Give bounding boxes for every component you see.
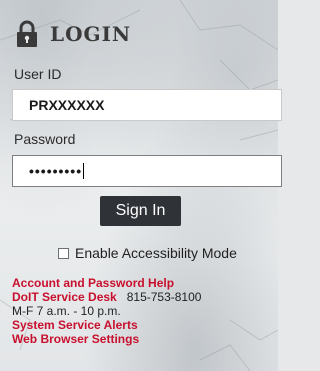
browser-settings-link[interactable]: Web Browser Settings [12, 332, 201, 346]
service-desk-link[interactable]: DoIT Service Desk [12, 290, 117, 304]
account-help-link[interactable]: Account and Password Help [12, 276, 201, 290]
lock-icon [17, 20, 37, 47]
password-field[interactable]: ••••••••• [12, 155, 282, 187]
user-id-value: PRXXXXXX [29, 97, 105, 113]
password-value: ••••••••• [29, 163, 83, 179]
accessibility-toggle[interactable]: Enable Accessibility Mode [58, 245, 237, 261]
text-caret [83, 163, 85, 179]
service-hours: M-F 7 a.m. - 10 p.m. [12, 304, 121, 318]
help-links: Account and Password Help DoIT Service D… [12, 276, 201, 346]
service-desk-row: DoIT Service Desk 815-753-8100 [12, 290, 201, 304]
login-title: LOGIN [50, 22, 132, 46]
user-id-field[interactable]: PRXXXXXX [12, 89, 282, 121]
accessibility-checkbox[interactable] [58, 247, 69, 259]
user-id-label: User ID [14, 66, 62, 82]
sign-in-button[interactable]: Sign In [100, 196, 181, 226]
login-panel: LOGIN User ID PRXXXXXX Password ••••••••… [0, 0, 282, 371]
password-label: Password [14, 131, 76, 147]
system-alerts-link[interactable]: System Service Alerts [12, 318, 201, 332]
login-header: LOGIN [14, 18, 131, 50]
accessibility-label: Enable Accessibility Mode [75, 245, 237, 261]
service-desk-phone: 815-753-8100 [126, 290, 202, 304]
